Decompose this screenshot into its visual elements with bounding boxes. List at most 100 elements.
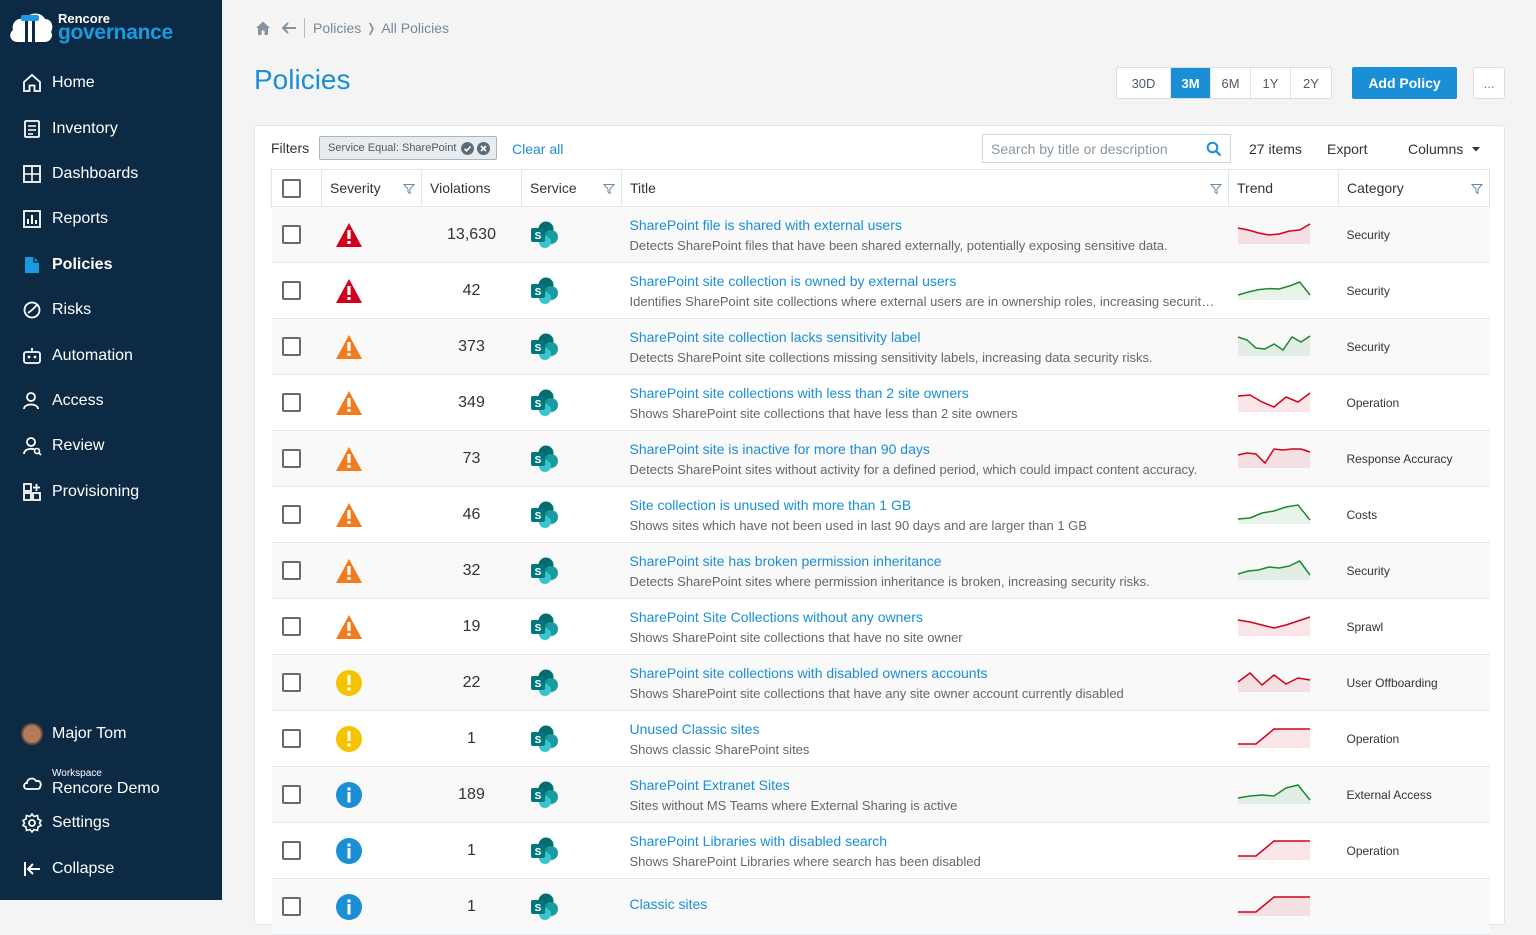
- table-row[interactable]: 189 S SharePoint Extranet Sites Sites witho…: [271, 766, 1490, 823]
- nav-access[interactable]: Access: [0, 381, 222, 421]
- filter-icon[interactable]: [1471, 183, 1483, 195]
- nav-provisioning[interactable]: Provisioning: [0, 472, 222, 512]
- nav-inventory[interactable]: Inventory: [0, 109, 222, 149]
- row-checkbox[interactable]: [281, 729, 301, 748]
- high-severity-icon: [335, 502, 362, 527]
- breadcrumb-policies[interactable]: Policies: [313, 20, 361, 36]
- back-arrow-icon[interactable]: [280, 19, 298, 37]
- nav-review[interactable]: Review: [0, 426, 222, 466]
- policy-title-link[interactable]: SharePoint Site Collections without any …: [630, 609, 1221, 625]
- clear-all-link[interactable]: Clear all: [512, 141, 563, 157]
- row-select-cell: [271, 654, 322, 711]
- cloud-icon: [23, 777, 42, 790]
- table-row[interactable]: 42 S SharePoint site collection is owned b…: [271, 262, 1490, 319]
- table-header-row: Severity Violations Service Title Trend …: [271, 169, 1490, 207]
- nav-policies[interactable]: Policies: [0, 245, 222, 285]
- nav-settings[interactable]: Settings: [0, 803, 222, 843]
- add-policy-button[interactable]: Add Policy: [1352, 67, 1457, 99]
- policy-title-link[interactable]: SharePoint site has broken permission in…: [630, 553, 1221, 569]
- table-row[interactable]: 373 S SharePoint site collection lacks sen…: [271, 318, 1490, 375]
- table-row[interactable]: 1 S SharePoint Libraries with disabled sea…: [271, 822, 1490, 879]
- policy-title-link[interactable]: SharePoint site collection lacks sensiti…: [630, 329, 1221, 345]
- table-row[interactable]: 32 S SharePoint site has broken permission…: [271, 542, 1490, 599]
- col-title[interactable]: Title: [621, 169, 1229, 207]
- row-checkbox[interactable]: [281, 841, 301, 860]
- workspace-switcher[interactable]: Workspace Rencore Demo: [0, 758, 222, 808]
- col-trend[interactable]: Trend: [1228, 169, 1339, 207]
- user-profile[interactable]: Major Tom: [0, 714, 222, 754]
- row-checkbox[interactable]: [281, 449, 301, 468]
- range-2y[interactable]: 2Y: [1291, 68, 1331, 98]
- col-category[interactable]: Category: [1338, 169, 1490, 207]
- col-severity[interactable]: Severity: [321, 169, 422, 207]
- nav-automation[interactable]: Automation: [0, 336, 222, 376]
- table-row[interactable]: 19 S SharePoint Site Collections without a…: [271, 598, 1490, 655]
- filter-icon[interactable]: [603, 183, 615, 195]
- col-trend-label: Trend: [1237, 180, 1274, 196]
- policy-title-link[interactable]: SharePoint site collections with disable…: [630, 665, 1221, 681]
- select-all-checkbox[interactable]: [282, 178, 301, 198]
- nav-risks[interactable]: Risks: [0, 290, 222, 330]
- row-checkbox[interactable]: [281, 561, 301, 580]
- table-row[interactable]: 22 S SharePoint site collections with disa…: [271, 654, 1490, 711]
- policy-title-link[interactable]: SharePoint Libraries with disabled searc…: [630, 833, 1221, 849]
- col-violations[interactable]: Violations: [421, 169, 522, 207]
- title-cell: SharePoint Extranet Sites Sites without M…: [621, 766, 1229, 823]
- search-input[interactable]: [991, 140, 1201, 157]
- row-checkbox[interactable]: [281, 393, 301, 412]
- nav-label: Automation: [52, 347, 133, 364]
- sharepoint-icon: S: [530, 725, 558, 752]
- row-checkbox[interactable]: [281, 785, 301, 804]
- policy-title-link[interactable]: SharePoint Extranet Sites: [630, 777, 1221, 793]
- home-icon[interactable]: [254, 19, 272, 37]
- table-row[interactable]: 1 S Classic sites: [271, 878, 1490, 935]
- more-options-button[interactable]: ...: [1473, 67, 1505, 99]
- range-3m[interactable]: 3M: [1171, 68, 1211, 98]
- nav-label: Provisioning: [52, 483, 140, 500]
- table-row[interactable]: 1 S Unused Classic sites Shows classic Shar…: [271, 710, 1490, 767]
- table-row[interactable]: 13,630 S SharePoint file is shared with ex…: [271, 206, 1490, 263]
- remove-filter-icon[interactable]: [477, 141, 491, 155]
- nav-dashboards[interactable]: Dashboards: [0, 154, 222, 194]
- policy-title-link[interactable]: Classic sites: [630, 896, 1221, 912]
- nav-reports[interactable]: Reports: [0, 199, 222, 239]
- trend-sparkline: [1237, 784, 1311, 804]
- policy-title-link[interactable]: SharePoint site is inactive for more tha…: [630, 441, 1221, 457]
- row-checkbox[interactable]: [281, 505, 301, 524]
- rencore-logo[interactable]: Rencore governance: [8, 6, 218, 46]
- policy-title-link[interactable]: SharePoint site collection is owned by e…: [630, 273, 1221, 289]
- policy-title-link[interactable]: Unused Classic sites: [630, 721, 1221, 737]
- row-checkbox[interactable]: [281, 337, 301, 356]
- violations-count: 1: [467, 897, 476, 915]
- range-1y[interactable]: 1Y: [1251, 68, 1291, 98]
- table-row[interactable]: 46 S Site collection is unused with more t…: [271, 486, 1490, 543]
- table-row[interactable]: 73 S SharePoint site is inactive for more …: [271, 430, 1490, 487]
- policy-title-link[interactable]: Site collection is unused with more than…: [630, 497, 1221, 513]
- range-6m[interactable]: 6M: [1211, 68, 1251, 98]
- row-checkbox[interactable]: [281, 281, 301, 300]
- row-checkbox[interactable]: [281, 673, 301, 692]
- trend-cell: [1228, 766, 1339, 823]
- check-circle-icon[interactable]: [461, 141, 475, 155]
- trend-sparkline: [1237, 504, 1311, 524]
- row-checkbox[interactable]: [281, 617, 301, 636]
- filter-chip[interactable]: Service Equal: SharePoint: [319, 136, 498, 160]
- policy-title-link[interactable]: SharePoint file is shared with external …: [630, 217, 1221, 233]
- nav-home[interactable]: Home: [0, 63, 222, 103]
- nav-collapse[interactable]: Collapse: [0, 849, 222, 889]
- columns-label: Columns: [1408, 141, 1464, 157]
- policy-title-link[interactable]: SharePoint site collections with less th…: [630, 385, 1221, 401]
- export-button[interactable]: Export: [1327, 141, 1367, 157]
- search-icon[interactable]: [1206, 141, 1222, 157]
- filter-icon[interactable]: [1210, 183, 1222, 195]
- filter-icon[interactable]: [403, 183, 415, 195]
- col-service[interactable]: Service: [521, 169, 622, 207]
- trend-cell: [1228, 206, 1339, 263]
- high-severity-icon: [335, 334, 362, 359]
- high-severity-icon: [335, 390, 362, 415]
- columns-button[interactable]: Columns: [1408, 141, 1481, 157]
- table-row[interactable]: 349 S SharePoint site collections with les…: [271, 374, 1490, 431]
- row-checkbox[interactable]: [281, 225, 301, 244]
- service-cell: S: [521, 598, 622, 655]
- range-30d[interactable]: 30D: [1117, 68, 1171, 98]
